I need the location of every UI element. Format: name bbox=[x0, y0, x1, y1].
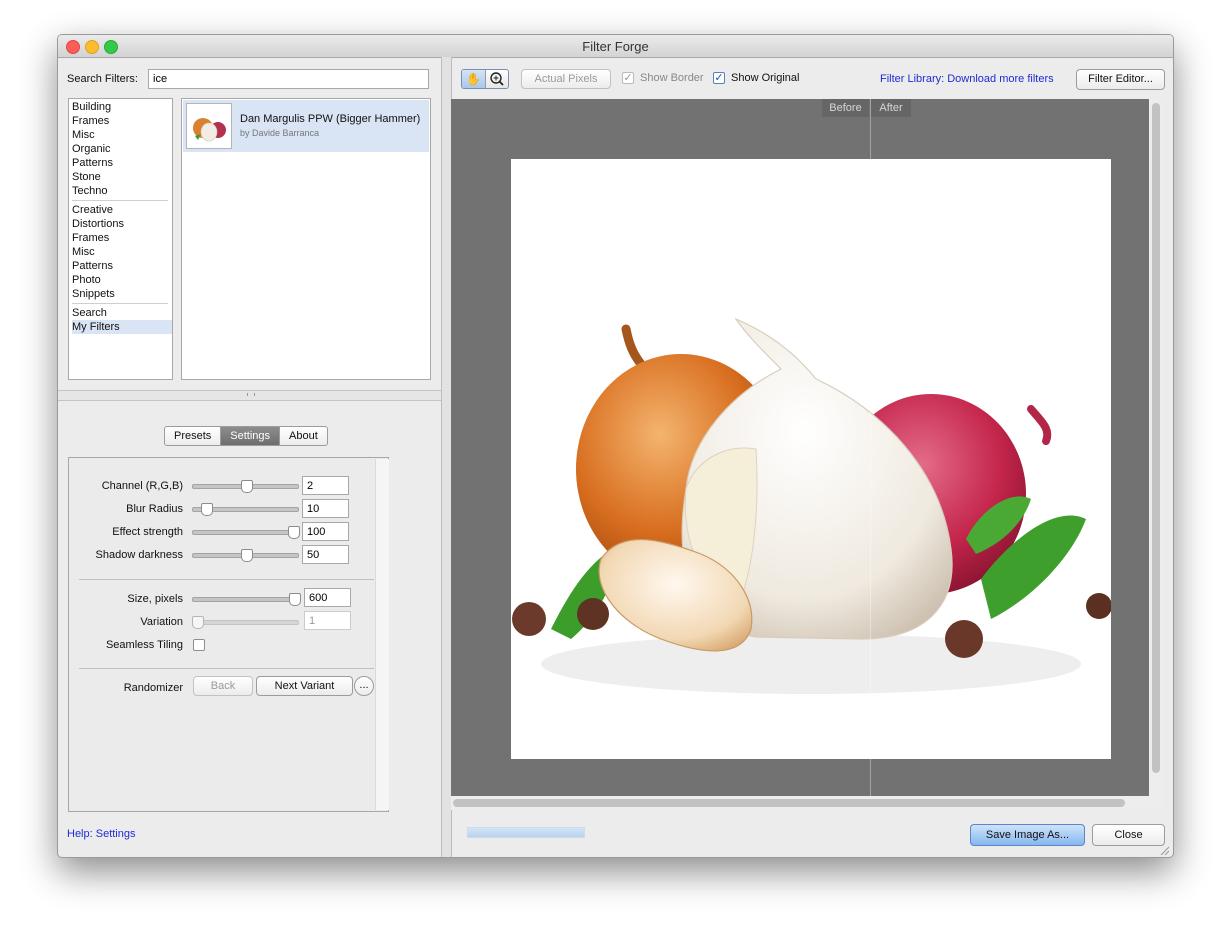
slider-value-input[interactable] bbox=[302, 522, 349, 541]
back-button[interactable]: Back bbox=[193, 676, 253, 696]
slider-value-input[interactable] bbox=[302, 476, 349, 495]
after-label: After bbox=[871, 99, 911, 117]
more-options-button[interactable]: ... bbox=[354, 676, 374, 696]
preview-area[interactable]: Before After bbox=[451, 99, 1163, 796]
search-filters-label: Search Filters: bbox=[67, 73, 138, 85]
filter-library-link[interactable]: Filter Library: Download more filters bbox=[880, 73, 1054, 85]
preview-image bbox=[511, 159, 1111, 759]
preview-vertical-scrollbar[interactable] bbox=[1149, 99, 1163, 796]
tab-settings[interactable]: Settings bbox=[221, 427, 281, 445]
slider-thumb[interactable] bbox=[287, 526, 300, 539]
help-settings-link[interactable]: Help: Settings bbox=[67, 828, 135, 840]
preview-horizontal-scrollbar[interactable] bbox=[451, 796, 1163, 810]
settings-scrollbar[interactable] bbox=[375, 459, 389, 810]
filter-result-item[interactable]: Dan Margulis PPW (Bigger Hammer) by Davi… bbox=[183, 100, 429, 152]
before-after-divider[interactable] bbox=[870, 99, 871, 796]
category-item[interactable]: Patterns bbox=[72, 259, 172, 273]
category-item[interactable]: Techno bbox=[72, 184, 172, 198]
filter-author: by Davide Barranca bbox=[240, 128, 320, 138]
slider-thumb[interactable] bbox=[200, 503, 213, 516]
parameter-slider[interactable] bbox=[192, 549, 299, 562]
save-image-as-button[interactable]: Save Image As... bbox=[970, 824, 1085, 846]
slider-label: Effect strength bbox=[112, 526, 183, 538]
variation-slider[interactable] bbox=[192, 616, 299, 629]
close-button[interactable]: Close bbox=[1092, 824, 1165, 846]
category-item[interactable]: Patterns bbox=[72, 156, 172, 170]
settings-divider bbox=[79, 668, 374, 669]
category-item[interactable]: Frames bbox=[72, 114, 172, 128]
slider-label: Blur Radius bbox=[126, 503, 183, 515]
category-separator bbox=[72, 200, 168, 201]
parameter-slider[interactable] bbox=[192, 503, 299, 516]
slider-thumb[interactable] bbox=[240, 549, 253, 562]
actual-pixels-button[interactable]: Actual Pixels bbox=[521, 69, 611, 89]
category-item[interactable]: Organic bbox=[72, 142, 172, 156]
parameter-slider[interactable] bbox=[192, 526, 300, 539]
category-item[interactable]: Photo bbox=[72, 273, 172, 287]
category-item[interactable]: Misc bbox=[72, 245, 172, 259]
render-progress-bar bbox=[467, 827, 585, 838]
randomizer-label: Randomizer bbox=[123, 682, 183, 694]
before-label: Before bbox=[822, 99, 869, 117]
slider-label: Shadow darkness bbox=[95, 549, 183, 561]
category-list[interactable]: Building Frames Misc Organic Patterns Stone Te… bbox=[68, 98, 173, 380]
category-item[interactable]: Frames bbox=[72, 231, 172, 245]
show-border-label: Show Border bbox=[640, 72, 704, 84]
slider-value-input[interactable] bbox=[302, 499, 349, 518]
category-item[interactable]: Search bbox=[72, 306, 172, 320]
variation-label: Variation bbox=[140, 616, 183, 628]
parameter-slider[interactable] bbox=[192, 480, 299, 493]
category-separator bbox=[72, 303, 168, 304]
window-title: Filter Forge bbox=[582, 39, 649, 54]
seamless-tiling-checkbox[interactable] bbox=[193, 639, 205, 651]
category-item[interactable]: Building bbox=[72, 100, 172, 114]
view-tools: ✋ bbox=[461, 69, 509, 89]
filter-thumbnail bbox=[186, 103, 232, 149]
next-variant-button[interactable]: Next Variant bbox=[256, 676, 353, 696]
category-item[interactable]: Misc bbox=[72, 128, 172, 142]
filter-results-list[interactable]: Dan Margulis PPW (Bigger Hammer) by Davi… bbox=[181, 98, 431, 380]
settings-tabs: Presets Settings About bbox=[164, 426, 328, 446]
size-slider[interactable] bbox=[192, 593, 301, 606]
hand-tool-icon[interactable]: ✋ bbox=[462, 70, 485, 88]
show-original-checkbox[interactable]: ✓ bbox=[713, 72, 725, 84]
category-item[interactable]: Creative bbox=[72, 203, 172, 217]
tab-presets[interactable]: Presets bbox=[165, 427, 222, 445]
vertical-scroll-thumb[interactable] bbox=[1152, 103, 1160, 773]
variation-input[interactable] bbox=[304, 611, 351, 630]
seamless-tiling-label: Seamless Tiling bbox=[105, 639, 183, 651]
show-original-label: Show Original bbox=[731, 72, 800, 84]
horizontal-scroll-thumb[interactable] bbox=[453, 799, 1125, 807]
variation-slider-thumb[interactable] bbox=[192, 616, 205, 629]
category-item[interactable]: Stone bbox=[72, 170, 172, 184]
pane-splitter[interactable] bbox=[58, 390, 441, 401]
category-item[interactable]: Distortions bbox=[72, 217, 172, 231]
slider-value-input[interactable] bbox=[302, 545, 349, 564]
settings-panel: Channel (R,G,B) Blur Radius Effect strengt… bbox=[68, 457, 389, 812]
zoom-tool-icon[interactable] bbox=[486, 70, 508, 88]
title-bar[interactable]: Filter Forge bbox=[58, 35, 1173, 58]
size-label: Size, pixels bbox=[127, 593, 183, 605]
show-border-checkbox[interactable]: ✓ bbox=[622, 72, 634, 84]
filter-name: Dan Margulis PPW (Bigger Hammer) bbox=[240, 113, 421, 125]
settings-divider bbox=[79, 579, 374, 580]
slider-thumb[interactable] bbox=[240, 480, 253, 493]
category-item[interactable]: My Filters bbox=[72, 320, 172, 334]
resize-grip-icon[interactable] bbox=[1159, 845, 1170, 856]
search-filters-input[interactable] bbox=[148, 69, 429, 89]
tab-about[interactable]: About bbox=[280, 427, 327, 445]
filter-editor-button[interactable]: Filter Editor... bbox=[1076, 69, 1165, 90]
grip-icon bbox=[247, 393, 255, 396]
category-item[interactable]: Snippets bbox=[72, 287, 172, 301]
garlic-onion-photo bbox=[512, 317, 1111, 694]
filter-forge-window: Filter Forge Search Filters: BuildingFra… bbox=[57, 34, 1174, 858]
size-input[interactable] bbox=[304, 588, 351, 607]
size-slider-thumb[interactable] bbox=[288, 593, 301, 606]
slider-label: Channel (R,G,B) bbox=[101, 480, 183, 492]
